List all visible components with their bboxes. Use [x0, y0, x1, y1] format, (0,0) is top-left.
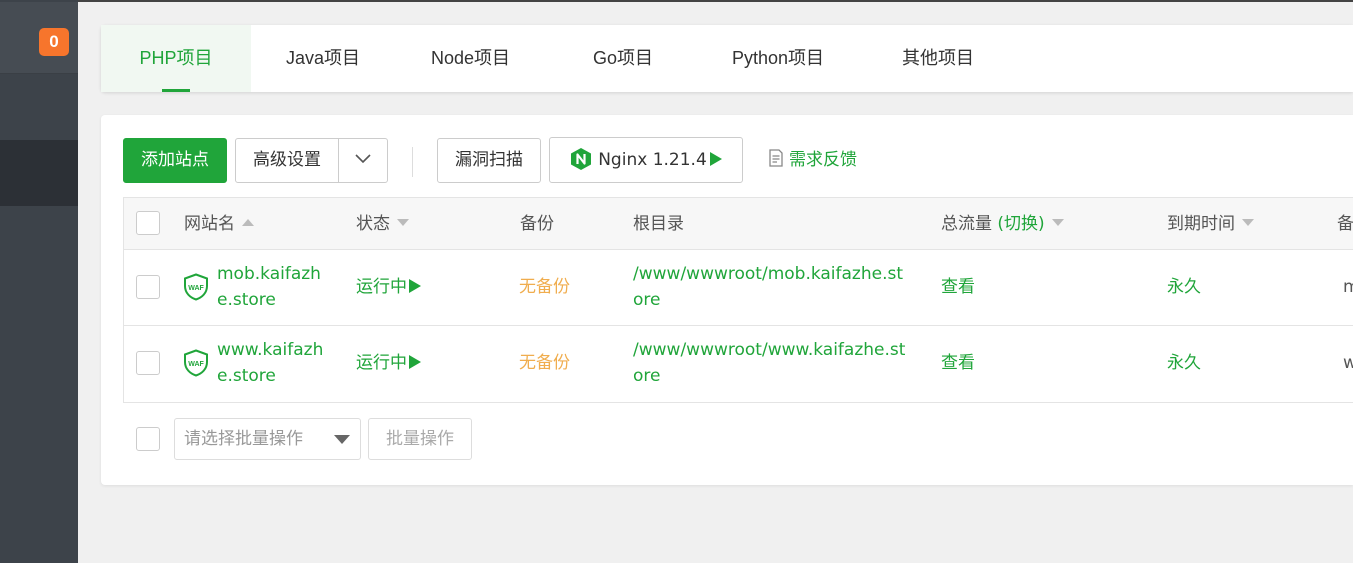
tab-node[interactable]: Node项目	[431, 25, 510, 92]
note-cell[interactable]: m	[1343, 274, 1353, 300]
site-name-link[interactable]: mob.kaifazh e.store	[217, 261, 321, 313]
sort-up-icon	[242, 219, 254, 226]
col-label: 备	[1337, 214, 1353, 234]
waf-shield-icon: WAF	[184, 349, 208, 377]
tab-go[interactable]: Go项目	[593, 25, 653, 92]
root-dir-line: ore	[633, 290, 661, 310]
play-icon	[709, 152, 722, 166]
nginx-version: Nginx 1.21.4	[598, 150, 707, 170]
col-label: 根目录	[633, 214, 684, 234]
toolbar-divider	[412, 147, 413, 177]
row-checkbox[interactable]	[136, 275, 160, 299]
play-icon	[409, 355, 421, 369]
sites-panel: 添加站点 高级设置 漏洞扫描 Nginx 1.21.4 需求反馈 网站名 状态 …	[101, 115, 1353, 485]
root-dir-line: /www/wwwroot/www.kaifazhe.st	[633, 340, 906, 360]
select-all-checkbox[interactable]	[136, 211, 160, 235]
status-toggle[interactable]: 运行中	[356, 274, 421, 300]
advanced-settings-dropdown[interactable]	[338, 138, 388, 183]
backup-link[interactable]: 无备份	[519, 274, 570, 300]
root-dir-line: ore	[633, 366, 661, 386]
tab-label: PHP项目	[139, 48, 213, 68]
sidebar-item-active[interactable]	[0, 140, 78, 206]
root-dir-link[interactable]: /www/wwwroot/www.kaifazhe.st ore	[633, 337, 905, 389]
root-dir-link[interactable]: /www/wwwroot/mob.kaifazhe.st ore	[633, 261, 903, 313]
waf-shield-icon: WAF	[184, 273, 208, 301]
col-site-name[interactable]: 网站名	[184, 198, 254, 250]
status-label: 运行中	[356, 353, 407, 373]
feedback-label: 需求反馈	[789, 150, 857, 170]
sites-table: 网站名 状态 备份 根目录 总流量 (切换) 到期时间 备 WAF mob.ka…	[123, 197, 1353, 403]
col-label: 状态	[356, 214, 390, 234]
add-site-button[interactable]: 添加站点	[123, 138, 227, 183]
status-label: 运行中	[356, 277, 407, 297]
site-name-link[interactable]: www.kaifazh e.store	[217, 337, 323, 389]
tab-other[interactable]: 其他项目	[902, 25, 974, 92]
col-root: 根目录	[633, 198, 684, 250]
col-label: 总流量	[941, 214, 992, 234]
batch-action-select[interactable]: 请选择批量操作	[174, 418, 361, 460]
sidebar-divider	[0, 73, 78, 74]
status-toggle[interactable]: 运行中	[356, 350, 421, 376]
tab-java[interactable]: Java项目	[286, 25, 360, 92]
expire-link[interactable]: 永久	[1167, 274, 1201, 300]
play-icon	[409, 279, 421, 293]
col-label: 备份	[520, 214, 554, 234]
tab-label: Node项目	[431, 48, 511, 68]
sort-down-icon	[1051, 219, 1064, 226]
batch-select-all-checkbox[interactable]	[136, 427, 160, 451]
svg-text:WAF: WAF	[188, 361, 204, 368]
table-header: 网站名 状态 备份 根目录 总流量 (切换) 到期时间 备	[124, 198, 1353, 250]
traffic-view-link[interactable]: 查看	[941, 350, 975, 376]
chevron-down-icon	[334, 435, 350, 444]
tab-label: Java项目	[286, 48, 361, 68]
backup-link[interactable]: 无备份	[519, 350, 570, 376]
svg-text:WAF: WAF	[188, 285, 204, 292]
traffic-view-link[interactable]: 查看	[941, 274, 975, 300]
chevron-down-icon	[355, 154, 371, 164]
col-label: 到期时间	[1167, 214, 1235, 234]
sidebar: 0	[0, 0, 78, 563]
expire-link[interactable]: 永久	[1167, 350, 1201, 376]
tab-php[interactable]: PHP项目	[101, 25, 251, 92]
table-row: WAF mob.kaifazh e.store 运行中 无备份 /www/www…	[124, 250, 1353, 326]
row-checkbox[interactable]	[136, 351, 160, 375]
col-label: 网站名	[184, 214, 235, 234]
batch-select-placeholder: 请选择批量操作	[184, 429, 303, 449]
col-traffic[interactable]: 总流量 (切换)	[941, 198, 1064, 250]
tab-label: Go项目	[593, 48, 654, 68]
advanced-settings-button[interactable]: 高级设置	[235, 138, 339, 183]
col-note: 备	[1337, 198, 1353, 250]
tab-label: 其他项目	[902, 48, 974, 68]
note-cell[interactable]: w	[1343, 350, 1353, 376]
table-row: WAF www.kaifazh e.store 运行中 无备份 /www/www…	[124, 327, 1353, 403]
sidebar-header: 0	[0, 2, 78, 73]
site-name-line: mob.kaifazh	[217, 264, 321, 284]
project-tabs: PHP项目 Java项目 Node项目 Go项目 Python项目 其他项目	[101, 25, 1353, 92]
batch-action-button[interactable]: 批量操作	[368, 418, 472, 460]
col-status[interactable]: 状态	[356, 198, 409, 250]
nginx-icon	[571, 148, 592, 170]
edit-note-icon	[769, 149, 783, 167]
site-name-line: e.store	[217, 366, 276, 386]
notification-badge[interactable]: 0	[39, 28, 69, 56]
col-backup: 备份	[520, 198, 554, 250]
vuln-scan-button[interactable]: 漏洞扫描	[437, 138, 541, 183]
top-border	[0, 0, 1353, 2]
site-name-line: www.kaifazh	[217, 340, 324, 360]
col-expire[interactable]: 到期时间	[1167, 198, 1254, 250]
traffic-switch-link[interactable]: (切换)	[997, 214, 1044, 234]
sort-down-icon	[1242, 219, 1254, 226]
tab-python[interactable]: Python项目	[732, 25, 824, 92]
tab-label: Python项目	[732, 48, 825, 68]
nginx-button[interactable]: Nginx 1.21.4	[549, 137, 743, 183]
site-name-line: e.store	[217, 290, 276, 310]
root-dir-line: /www/wwwroot/mob.kaifazhe.st	[633, 264, 904, 284]
sort-down-icon	[397, 219, 409, 226]
feedback-link[interactable]: 需求反馈	[767, 148, 857, 172]
tab-active-indicator	[162, 89, 190, 92]
